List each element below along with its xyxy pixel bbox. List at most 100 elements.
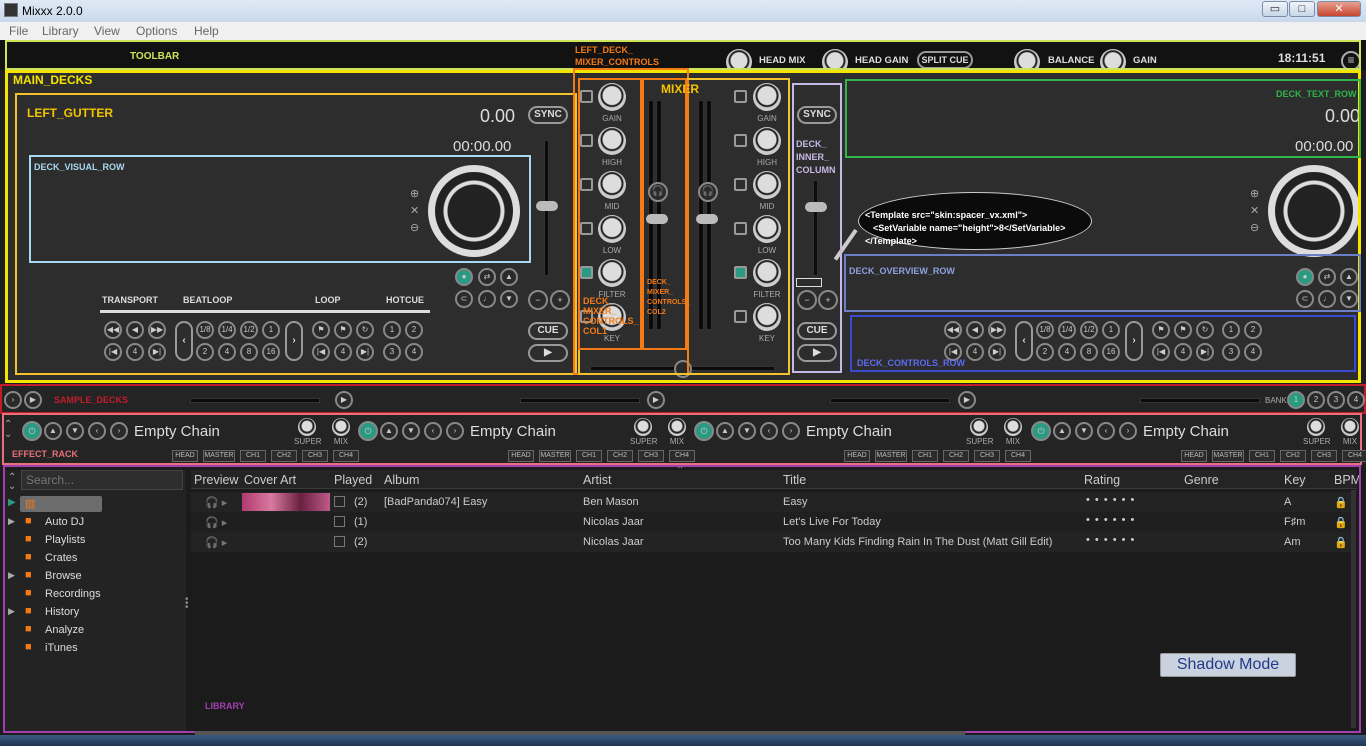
- fx-unit-4-assign-ch3-button[interactable]: CH3: [1311, 450, 1337, 462]
- fx-unit-4-assign-ch4-button[interactable]: CH4: [1342, 450, 1366, 462]
- fx-unit-2-assign-master-button[interactable]: MASTER: [539, 450, 571, 462]
- menu-library[interactable]: Library: [42, 24, 79, 38]
- library-outline: [3, 465, 1361, 733]
- minimize-button[interactable]: ▭: [1262, 1, 1288, 17]
- left-gutter-overlay-label: LEFT_GUTTER: [27, 106, 113, 120]
- fx-unit-3-next-icon[interactable]: ›: [782, 422, 800, 440]
- sample-decks-overlay-label: SAMPLE_DECKS: [54, 395, 129, 405]
- sample-deck-2-overview[interactable]: [520, 398, 640, 403]
- bank-2-button[interactable]: 2: [1307, 391, 1325, 409]
- fx-unit-2-super-label: SUPER: [630, 437, 658, 446]
- fx-unit-3-up-icon[interactable]: ▲: [716, 422, 734, 440]
- fx-unit-3-super-label: SUPER: [966, 437, 994, 446]
- fx-unit-1-assign-ch1-button[interactable]: CH1: [240, 450, 266, 462]
- mixer-col1-overlay-label: DECK_ MIXER_ CONTROLS_ COL1: [583, 296, 639, 336]
- fx-unit-3-assign-ch4-button[interactable]: CH4: [1005, 450, 1031, 462]
- fx-unit-1-super-label: SUPER: [294, 437, 322, 446]
- fx-unit-4-power-icon[interactable]: ⏻: [1031, 421, 1051, 441]
- fx-unit-3-down-icon[interactable]: ▼: [738, 422, 756, 440]
- fx-unit-2-assign-ch3-button[interactable]: CH3: [638, 450, 664, 462]
- mixer-col2-overlay-label: DECK_ MIXER_ CONTROLS_ COL2: [647, 279, 691, 316]
- fx-unit-1-assign-head-button[interactable]: HEAD: [172, 450, 198, 462]
- fx-unit-2-up-icon[interactable]: ▲: [380, 422, 398, 440]
- fx-unit-2-assign-ch4-button[interactable]: CH4: [669, 450, 695, 462]
- fx-unit-1-mix-label: MIX: [333, 437, 349, 446]
- fx-unit-4-super-knob[interactable]: [1307, 418, 1325, 436]
- effect-rack-collapse-icon[interactable]: ⌃ ⌄: [4, 420, 12, 440]
- window-title: Mixxx 2.0.0: [22, 4, 83, 18]
- fx-unit-2-power-icon[interactable]: ⏻: [358, 421, 378, 441]
- sample-deck-1-collapse-icon[interactable]: ›: [4, 391, 22, 409]
- fx-unit-2-super-knob[interactable]: [634, 418, 652, 436]
- fx-unit-1-chain-name[interactable]: Empty Chain: [134, 423, 220, 440]
- fx-unit-4-assign-ch2-button[interactable]: CH2: [1280, 450, 1306, 462]
- sample-deck-2-play[interactable]: ▶: [335, 391, 353, 409]
- fx-unit-2-assign-ch1-button[interactable]: CH1: [576, 450, 602, 462]
- menu-options[interactable]: Options: [136, 24, 177, 38]
- fx-unit-2-down-icon[interactable]: ▼: [402, 422, 420, 440]
- fx-unit-1-up-icon[interactable]: ▲: [44, 422, 62, 440]
- fx-unit-1-assign-ch3-button[interactable]: CH3: [302, 450, 328, 462]
- main-decks-overlay-label: MAIN_DECKS: [13, 73, 93, 87]
- fx-unit-4-assign-master-button[interactable]: MASTER: [1212, 450, 1244, 462]
- fx-unit-1-super-knob[interactable]: [298, 418, 316, 436]
- close-button[interactable]: ✕: [1317, 1, 1361, 17]
- vertical-scrollbar[interactable]: [1351, 490, 1356, 728]
- fx-unit-3-assign-ch3-button[interactable]: CH3: [974, 450, 1000, 462]
- fx-unit-1-assign-ch2-button[interactable]: CH2: [271, 450, 297, 462]
- fx-unit-4-down-icon[interactable]: ▼: [1075, 422, 1093, 440]
- bank-1-button[interactable]: 1: [1287, 391, 1305, 409]
- fx-unit-2-mix-knob[interactable]: [668, 418, 686, 436]
- menu-file[interactable]: File: [9, 24, 28, 38]
- sample-deck-4-play[interactable]: ▶: [958, 391, 976, 409]
- fx-unit-1-mix-knob[interactable]: [332, 418, 350, 436]
- fx-unit-3-prev-icon[interactable]: ‹: [760, 422, 778, 440]
- fx-unit-4-prev-icon[interactable]: ‹: [1097, 422, 1115, 440]
- sample-deck-3-overview[interactable]: [830, 398, 950, 403]
- fx-unit-1-next-icon[interactable]: ›: [110, 422, 128, 440]
- fx-unit-3-power-icon[interactable]: ⏻: [694, 421, 714, 441]
- menu-view[interactable]: View: [94, 24, 120, 38]
- bank-3-button[interactable]: 3: [1327, 391, 1345, 409]
- sample-deck-3-play[interactable]: ▶: [647, 391, 665, 409]
- menu-bar: File Library View Options Help: [0, 22, 1366, 40]
- fx-unit-2-chain-name[interactable]: Empty Chain: [470, 423, 556, 440]
- fx-unit-2-assign-ch2-button[interactable]: CH2: [607, 450, 633, 462]
- bank-4-button[interactable]: 4: [1347, 391, 1365, 409]
- fx-unit-1-prev-icon[interactable]: ‹: [88, 422, 106, 440]
- sample-deck-4-overview[interactable]: [1140, 398, 1260, 403]
- fx-unit-1-power-icon[interactable]: ⏻: [22, 421, 42, 441]
- fx-unit-1-down-icon[interactable]: ▼: [66, 422, 84, 440]
- fx-unit-3-mix-label: MIX: [1005, 437, 1021, 446]
- menu-help[interactable]: Help: [194, 24, 219, 38]
- fx-unit-3-assign-master-button[interactable]: MASTER: [875, 450, 907, 462]
- fx-unit-4-mix-knob[interactable]: [1341, 418, 1359, 436]
- title-bar: Mixxx 2.0.0 ▭ □ ✕: [0, 0, 1366, 22]
- fx-unit-4-assign-head-button[interactable]: HEAD: [1181, 450, 1207, 462]
- fx-unit-2-assign-head-button[interactable]: HEAD: [508, 450, 534, 462]
- fx-unit-3-mix-knob[interactable]: [1004, 418, 1022, 436]
- fx-unit-3-chain-name[interactable]: Empty Chain: [806, 423, 892, 440]
- fx-unit-3-assign-head-button[interactable]: HEAD: [844, 450, 870, 462]
- sample-deck-1-overview[interactable]: [190, 398, 320, 403]
- fx-unit-3-assign-ch2-button[interactable]: CH2: [943, 450, 969, 462]
- sample-deck-1-play[interactable]: ▶: [24, 391, 42, 409]
- fx-unit-3-assign-ch1-button[interactable]: CH1: [912, 450, 938, 462]
- fx-unit-4-up-icon[interactable]: ▲: [1053, 422, 1071, 440]
- fx-unit-3-super-knob[interactable]: [970, 418, 988, 436]
- deck-visual-row-overlay-label: DECK_VISUAL_ROW: [34, 162, 125, 172]
- fx-unit-4-assign-ch1-button[interactable]: CH1: [1249, 450, 1275, 462]
- fx-unit-4-next-icon[interactable]: ›: [1119, 422, 1137, 440]
- fx-unit-2-prev-icon[interactable]: ‹: [424, 422, 442, 440]
- fx-unit-4-super-label: SUPER: [1303, 437, 1331, 446]
- fx-unit-1-assign-master-button[interactable]: MASTER: [203, 450, 235, 462]
- bank-label: BANK: [1265, 396, 1287, 405]
- fx-unit-1-assign-ch4-button[interactable]: CH4: [333, 450, 359, 462]
- fx-unit-2-next-icon[interactable]: ›: [446, 422, 464, 440]
- shadow-mode-button[interactable]: Shadow Mode: [1160, 653, 1296, 677]
- deck-inner-column-overlay-label: DECK_ INNER_ COLUMN: [796, 139, 836, 175]
- toolbar-outline: [5, 40, 1361, 70]
- maximize-button[interactable]: □: [1289, 1, 1315, 17]
- fx-unit-4-chain-name[interactable]: Empty Chain: [1143, 423, 1229, 440]
- deck-text-row-overlay-label: DECK_TEXT_ROW: [1276, 89, 1357, 99]
